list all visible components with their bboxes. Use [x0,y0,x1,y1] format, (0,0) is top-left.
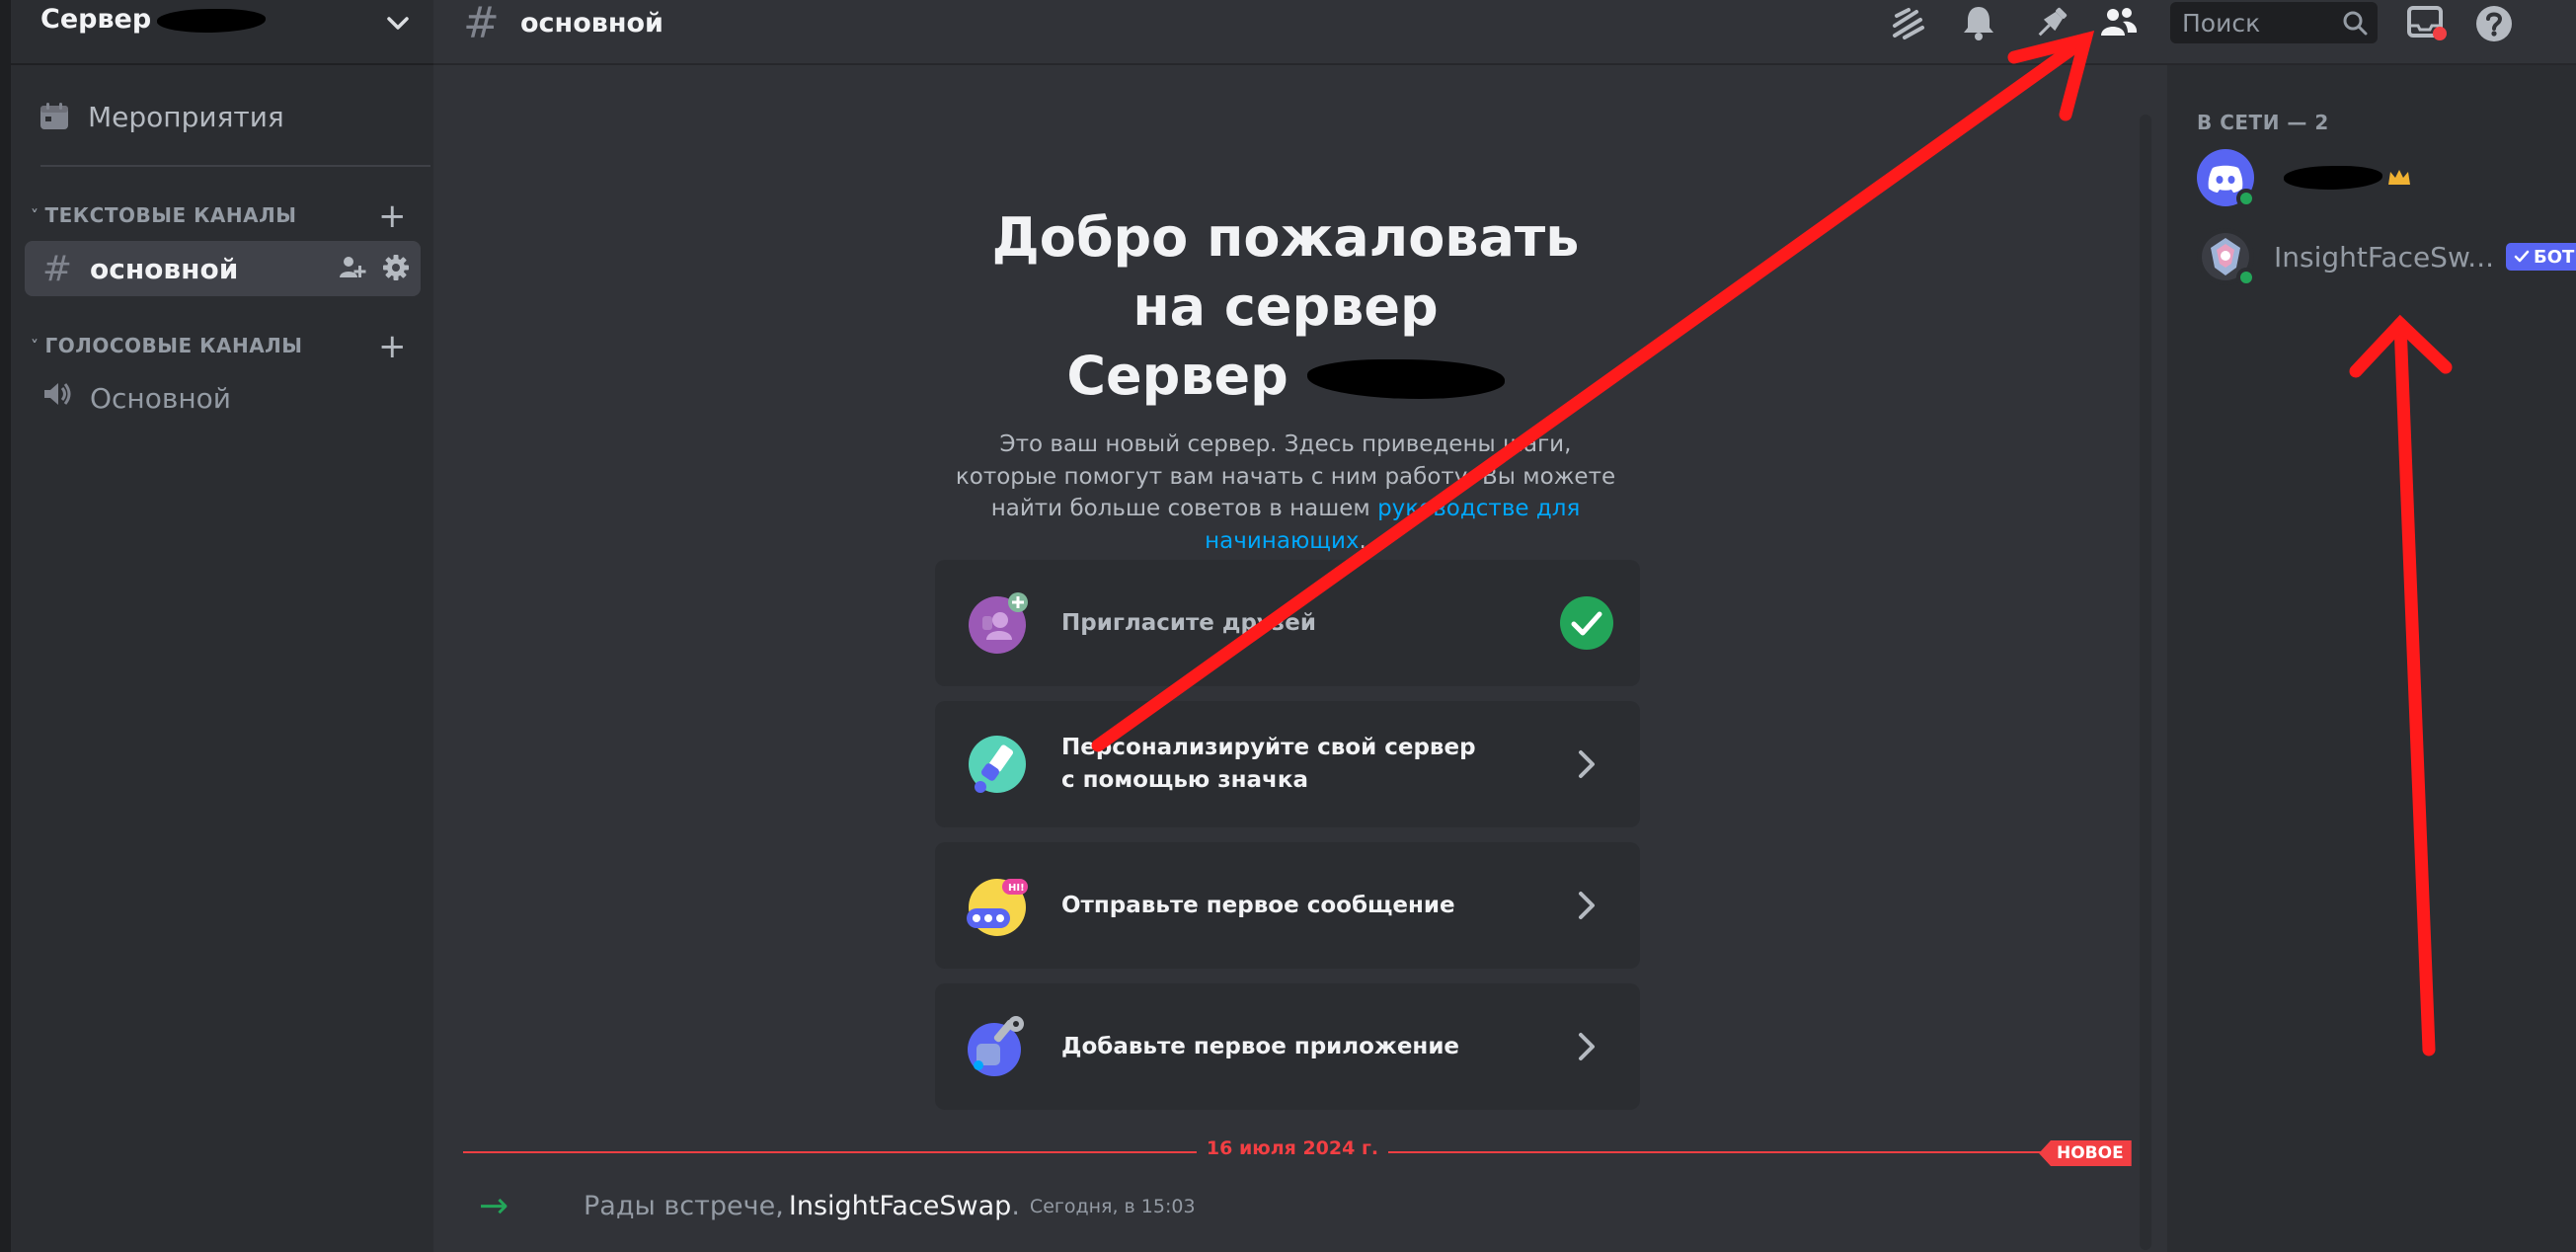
welcome-description: Это ваш новый сервер. Здесь приведены ша… [950,429,1621,557]
online-status-dot [2236,189,2256,208]
channel-topbar: # основной Поиск [433,0,2576,65]
card-invite-friends[interactable]: Пригласите друзей [935,560,1640,686]
channel-label: Основной [90,381,232,415]
system-join-message: → Рады встрече, InsightFaceSwap. Сегодня… [479,1186,1196,1226]
chevron-right-icon [1579,750,1595,778]
card-label: Добавьте первое приложение [1061,1033,1460,1059]
channel-item-voice-osnovnoy[interactable]: Основной [25,370,421,426]
chevron-down-icon[interactable] [378,4,418,43]
card-label: Пригласите друзей [1061,609,1317,636]
add-voice-channel-button[interactable]: + [378,330,407,363]
hash-icon: # [41,248,73,289]
inbox-icon[interactable] [2404,2,2448,45]
welcome-title: Добро пожаловать на сервер Сервер [970,203,1601,411]
member-item-owner[interactable] [2197,148,2412,208]
check-icon [1560,596,1613,650]
search-placeholder: Поиск [2182,9,2261,38]
avatar [2197,228,2256,287]
speaker-icon [39,377,76,420]
description-suffix: . [1359,527,1366,554]
threads-icon[interactable] [1887,2,1930,45]
add-text-channel-button[interactable]: + [378,199,407,233]
pin-icon[interactable] [2029,2,2072,45]
events-item[interactable]: Мероприятия [39,91,284,142]
join-suffix: . [1011,1191,1020,1221]
category-label: ГОЛОСОВЫЕ КАНАЛЫ [44,334,303,357]
channel-label: основной [90,252,239,285]
card-add-first-app[interactable]: Добавьте первое приложение [935,983,1640,1110]
bot-check-icon [2514,250,2530,263]
channel-sidebar: Сервер Мероприятия ˅ ТЕКСТОВЫЕ КАНАЛЫ + … [11,0,433,1252]
search-icon [2343,11,2368,36]
scrollbar-track[interactable] [2140,115,2151,1250]
channel-item-osnovnoy[interactable]: # основной [25,241,421,296]
welcome-server-name: Сервер [1066,345,1288,407]
server-header[interactable]: Сервер [11,0,433,65]
online-header: В СЕТИ — 2 [2197,111,2329,134]
voice-channels-category[interactable]: ˅ ГОЛОСОВЫЕ КАНАЛЫ [31,334,303,357]
invite-friends-icon [969,592,1028,654]
members-icon[interactable] [2097,2,2141,45]
member-name: InsightFaceSw... [2274,240,2494,274]
crown-icon [2388,170,2410,185]
channel-title: основной [520,8,664,39]
chevron-right-icon [1579,1033,1595,1060]
card-label: Персонализируйте свой сервер с помощью з… [1061,735,1476,793]
date-label: 16 июля 2024 г. [1196,1137,1389,1159]
hash-icon: # [463,0,500,48]
message-timestamp: Сегодня, в 15:03 [1029,1195,1196,1217]
card-customize-server-icon[interactable]: Персонализируйте свой сервер с помощью з… [935,701,1640,827]
server-list-strip [0,0,11,1252]
welcome-block: Добро пожаловать на сервер Сервер Это ва… [433,203,2138,557]
chevron-down-icon: ˅ [31,205,39,225]
paintbrush-icon [969,736,1026,793]
redaction-scribble [157,8,267,33]
gear-icon[interactable] [381,253,411,282]
search-input[interactable]: Поиск [2170,2,2378,43]
redaction-scribble [1306,359,1505,400]
help-icon[interactable] [2472,2,2516,45]
join-username[interactable]: InsightFaceSwap [789,1191,1011,1221]
chevron-right-icon [1579,892,1595,919]
member-item-bot[interactable]: InsightFaceSw... БОТ [2197,227,2576,287]
bot-badge: БОТ [2506,243,2576,271]
events-label: Мероприятия [88,100,284,133]
add-member-icon[interactable] [338,253,367,282]
app-wrench-icon [968,1016,1024,1076]
onboarding-cards: Пригласите друзей Персонализируйте свой … [935,560,1640,1125]
redaction-scribble [2284,166,2382,190]
server-name-label: Сервер [40,4,152,35]
member-list: В СЕТИ — 2 InsightFaceSw... БОТ [2167,65,2576,1252]
text-channels-category[interactable]: ˅ ТЕКСТОВЫЕ КАНАЛЫ [31,203,296,227]
sidebar-divider [40,165,430,167]
welcome-title-text: Добро пожаловать на сервер [991,206,1580,338]
avatar [2197,149,2256,208]
svg-text:HI!: HI! [1008,883,1025,894]
card-send-first-message[interactable]: HI! Отправьте первое сообщение [935,842,1640,969]
join-prefix: Рады встрече, [584,1191,784,1221]
bell-icon[interactable] [1957,2,2000,45]
category-label: ТЕКСТОВЫЕ КАНАЛЫ [44,203,297,227]
date-divider: 16 июля 2024 г. [433,1137,2151,1159]
chevron-down-icon: ˅ [31,336,39,355]
new-badge: НОВОЕ [2039,1140,2132,1166]
online-status-dot [2236,268,2256,287]
server-name[interactable]: Сервер [40,4,267,35]
join-arrow-icon: → [479,1186,509,1226]
chat-area: Добро пожаловать на сервер Сервер Это ва… [433,65,2151,1252]
bot-badge-label: БОТ [2534,246,2575,268]
card-label: Отправьте первое сообщение [1061,892,1455,918]
events-calendar-icon [40,103,68,129]
message-bubble-icon: HI! [967,879,1028,936]
